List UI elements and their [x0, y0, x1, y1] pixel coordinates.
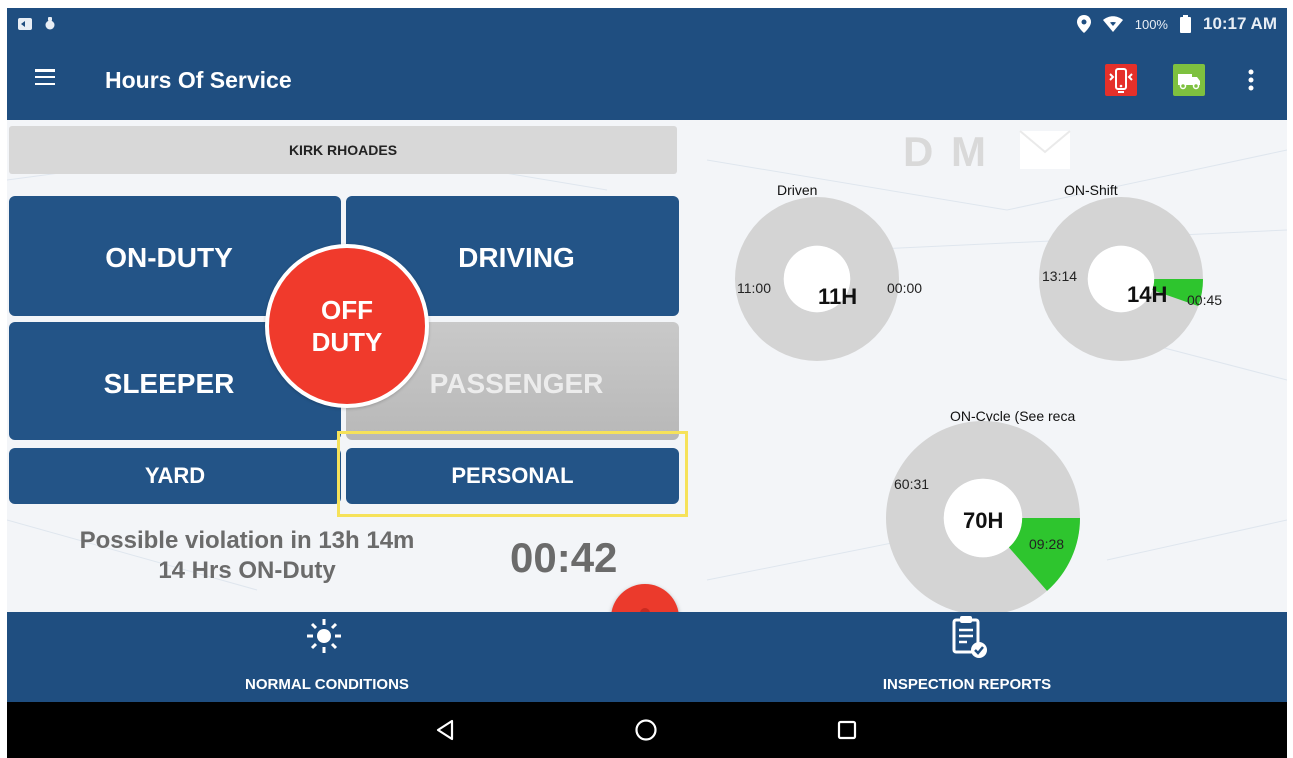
driving-label: DRIVING	[458, 242, 575, 273]
recents-nav-button[interactable]	[829, 712, 865, 748]
driver-name-bar[interactable]: KIRK RHOADES	[9, 126, 677, 174]
off-duty-label-line1: OFF	[321, 295, 373, 325]
violation-line1: Possible violation in 13h 14m	[79, 527, 415, 554]
personal-button[interactable]: PERSONAL	[346, 448, 679, 504]
back-triangle-icon	[436, 719, 454, 741]
phone-disconnect-icon	[1109, 68, 1133, 93]
on-cycle-used: 09:28	[1029, 536, 1065, 552]
personal-label: PERSONAL	[451, 463, 574, 488]
on-duty-label: ON-DUTY	[105, 242, 233, 273]
mail-icon[interactable]	[1019, 130, 1071, 170]
off-duty-button[interactable]: OFF DUTY	[265, 244, 429, 408]
page-title: Hours Of Service	[105, 67, 292, 93]
yard-button[interactable]: YARD	[9, 448, 341, 504]
on-cycle-remaining: 60:31	[894, 476, 930, 492]
off-duty-label-line2: DUTY	[311, 327, 383, 357]
notification-icon	[18, 18, 32, 30]
violation-message: Possible violation in 13h 14m 14 Hrs ON-…	[47, 526, 447, 586]
truck-icon	[1178, 74, 1200, 90]
yard-label: YARD	[144, 463, 206, 488]
app-bar: Hours Of Service	[7, 40, 1287, 120]
bottom-bar: NORMAL CONDITIONS INSPECTION REPORTS	[7, 612, 1287, 702]
status-bar: 100% 10:17 AM	[7, 8, 1287, 40]
normal-conditions-label: NORMAL CONDITIONS	[245, 676, 409, 693]
normal-conditions-button[interactable]: NORMAL CONDITIONS	[207, 612, 447, 702]
violation-timer: 00:42	[510, 534, 618, 581]
app-screen: 100% 10:17 AM Hours Of Service KIRK RHOA…	[0, 0, 1293, 758]
d-badge[interactable]: D	[903, 128, 933, 176]
on-shift-center-value: 14H	[1127, 282, 1168, 307]
passenger-label: PASSENGER	[429, 368, 604, 399]
driven-center-value: 11H	[818, 284, 858, 309]
driven-donut-chart	[735, 197, 899, 361]
sleeper-label: SLEEPER	[103, 368, 235, 399]
on-shift-remaining: 13:14	[1042, 268, 1078, 284]
android-notification-icon	[45, 17, 55, 30]
m-badge[interactable]: M	[951, 128, 986, 176]
hamburger-menu-icon[interactable]	[35, 69, 55, 86]
home-nav-button[interactable]	[628, 712, 664, 748]
clock: 10:17 AM	[1202, 14, 1277, 33]
recents-square-icon	[837, 720, 857, 740]
sun-icon	[307, 619, 341, 653]
location-icon	[1076, 15, 1091, 33]
driven-used: 00:00	[887, 280, 923, 296]
inspection-reports-button[interactable]: INSPECTION REPORTS	[847, 612, 1087, 702]
home-circle-icon	[635, 719, 657, 741]
on-cycle-center-value: 70H	[963, 508, 1004, 533]
android-nav-bar	[7, 702, 1287, 758]
inspection-reports-label: INSPECTION REPORTS	[882, 676, 1052, 693]
on-shift-used: 00:45	[1187, 292, 1223, 308]
battery-icon	[1179, 15, 1191, 33]
wifi-icon	[1102, 16, 1123, 32]
device-disconnected-button[interactable]	[1105, 64, 1137, 96]
driven-remaining: 11:00	[737, 280, 771, 296]
violation-line2: 14 Hrs ON-Duty	[158, 557, 336, 584]
overflow-menu-icon[interactable]	[1245, 67, 1257, 93]
back-nav-button[interactable]	[427, 712, 463, 748]
clipboard-check-icon	[952, 616, 987, 658]
vehicle-status-button[interactable]	[1173, 64, 1205, 96]
battery-percent: 100%	[1134, 16, 1168, 32]
person-icon	[640, 608, 650, 612]
main-content: KIRK RHOADES ON-DUTY DRIVING SLEEPER PAS…	[7, 120, 1287, 612]
driver-name: KIRK RHOADES	[288, 142, 398, 158]
